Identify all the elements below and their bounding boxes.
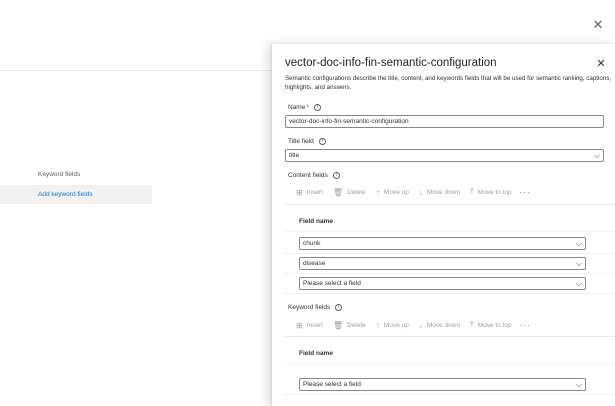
move-to-top-icon: ⤒ [470, 187, 474, 196]
content-delete-button[interactable]: 🗑 Delete [333, 188, 366, 197]
info-icon[interactable]: i [313, 104, 321, 111]
content-more-options-icon[interactable]: ··· [520, 188, 531, 197]
content-fields-toolbar: ⊞ Insert 🗑 Delete ↑ Move up ↓ Move down ⤒ Mov… [296, 186, 541, 198]
chevron-down-icon: ⌵ [575, 380, 582, 389]
title-field-label-text: Title field [288, 138, 314, 146]
chevron-down-icon: ⌵ [575, 259, 582, 268]
keyword-field-name-header: Field name [299, 350, 333, 357]
content-insert-button[interactable]: ⊞ Insert [296, 188, 323, 197]
background-divider [0, 70, 272, 71]
background-keyword-fields-label: Keyword fields [38, 171, 81, 178]
add-keyword-fields-link[interactable]: Add keyword fields [38, 191, 93, 198]
content-fields-label-text: Content fields [288, 172, 328, 180]
toolbar-divider [285, 204, 615, 205]
chevron-down-icon: ⌵ [575, 279, 582, 288]
keyword-move-up-button[interactable]: ↑ Move up [376, 321, 409, 330]
row-divider [285, 253, 615, 254]
toolbar-divider [285, 336, 615, 337]
arrow-up-icon: ↑ [375, 320, 380, 330]
content-fields-label: Content fields i [288, 172, 340, 179]
keyword-fields-label-text: Keyword fields [288, 304, 331, 312]
move-to-top-icon: ⤒ [470, 320, 474, 329]
content-field-value: chunk [303, 240, 321, 247]
title-field-label: Title field i [288, 138, 326, 145]
row-divider [285, 394, 615, 395]
keyword-more-options-icon[interactable]: ··· [520, 321, 531, 330]
keyword-delete-button[interactable]: 🗑 Delete [333, 321, 366, 330]
arrow-up-icon: ↑ [375, 187, 380, 197]
keyword-move-down-button[interactable]: ↓ Move down [419, 321, 460, 330]
content-move-down-button[interactable]: ↓ Move down [419, 188, 460, 197]
background-add-keyword-row: Add keyword fields [0, 185, 152, 204]
name-label: Name* i [288, 104, 321, 111]
chevron-down-icon: ⌵ [593, 151, 600, 160]
content-field-select[interactable]: disease ⌵ [299, 257, 586, 270]
keyword-fields-toolbar: ⊞ Insert 🗑 Delete ↑ Move up ↓ Move down ⤒ Mov… [296, 319, 541, 331]
info-icon[interactable]: i [332, 172, 340, 179]
trash-icon: 🗑 [332, 320, 344, 330]
content-field-select[interactable]: Please select a field ⌵ [299, 277, 586, 290]
insert-icon: ⊞ [296, 187, 303, 197]
chevron-down-icon: ⌵ [575, 239, 582, 248]
semantic-configuration-panel: vector-doc-info-fin-semantic-configurati… [272, 44, 615, 406]
required-mark: * [306, 104, 309, 112]
title-field-select[interactable]: title ⌵ [285, 149, 604, 162]
row-divider [285, 231, 615, 232]
info-icon[interactable]: i [335, 304, 343, 311]
row-divider [285, 273, 615, 274]
content-field-name-header: Field name [299, 218, 333, 225]
content-move-up-button[interactable]: ↑ Move up [376, 188, 409, 197]
content-field-value: disease [303, 260, 326, 267]
keyword-fields-label: Keyword fields i [288, 304, 343, 312]
keyword-insert-button[interactable]: ⊞ Insert [296, 321, 323, 330]
arrow-down-icon: ↓ [418, 320, 423, 330]
trash-icon: 🗑 [332, 187, 344, 197]
keyword-move-to-top-button[interactable]: ⤒ Move to top [470, 320, 512, 330]
keyword-field-placeholder: Please select a field [303, 381, 361, 388]
keyword-field-select[interactable]: Please select a field ⌵ [299, 378, 586, 391]
background-close-icon[interactable]: ✕ [591, 18, 605, 32]
arrow-down-icon: ↓ [418, 187, 423, 197]
content-move-to-top-button[interactable]: ⤒ Move to top [470, 187, 512, 197]
row-divider [285, 364, 615, 365]
info-icon[interactable]: i [318, 138, 326, 145]
panel-close-icon[interactable]: ✕ [595, 58, 607, 70]
name-label-text: Name [288, 104, 306, 112]
name-input[interactable]: vector-doc-info-fin-semantic-configurati… [285, 115, 604, 128]
panel-description: Semantic configurations describe the tit… [285, 75, 612, 91]
content-field-placeholder: Please select a field [303, 280, 361, 287]
content-field-select[interactable]: chunk ⌵ [299, 237, 586, 250]
row-divider [285, 293, 615, 294]
panel-title: vector-doc-info-fin-semantic-configurati… [285, 57, 497, 69]
insert-icon: ⊞ [296, 320, 303, 330]
title-field-value: title [289, 152, 300, 159]
